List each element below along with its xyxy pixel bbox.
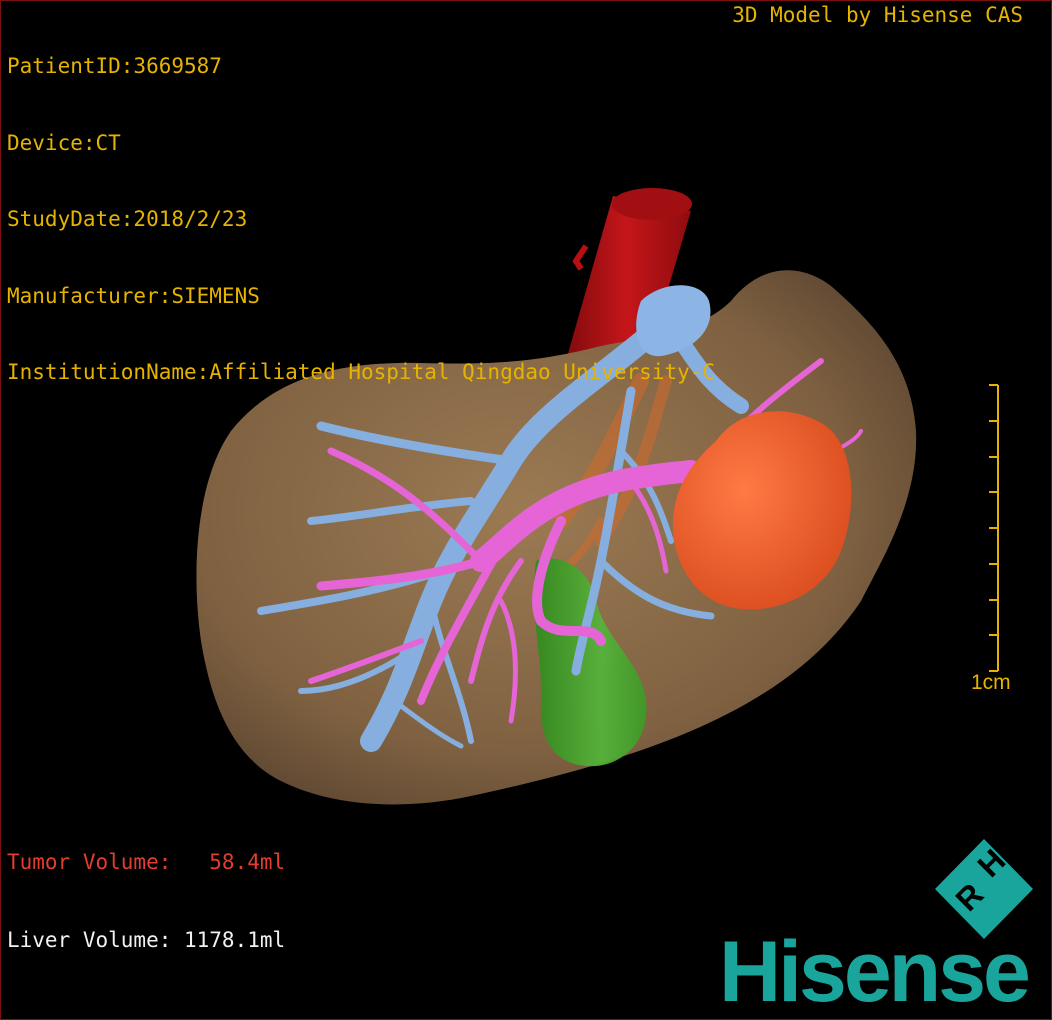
institution-name-text: InstitutionName:Affiliated Hospital Qing… [7,360,716,384]
scale-bar [989,384,999,672]
scale-bar-label: 1cm [971,671,1011,694]
device-text: Device:CT [7,130,121,155]
hisense-logo-text: Hisense [719,924,1031,1020]
volume-readout: Tumor Volume: 58.4ml Liver Volume: 1178.… [7,797,285,1005]
study-date-text: StudyDate:2018/2/23 [7,207,248,231]
model-credit-text: 3D Model by Hisense CAS [732,3,1023,27]
3d-viewport[interactable]: R H PatientID:3669587 Device:CT StudyDat… [0,0,1052,1020]
liver-volume-text: Liver Volume: 1178.1ml [7,928,286,952]
tumor-volume-text: Tumor Volume: 58.4ml [7,850,286,874]
patient-id-text: PatientID:3669587 [7,54,222,78]
manufacturer-text: Manufacturer:SIEMENS [7,283,260,308]
patient-info-overlay: PatientID:3669587 Device:CT StudyDate:20… [7,3,715,437]
